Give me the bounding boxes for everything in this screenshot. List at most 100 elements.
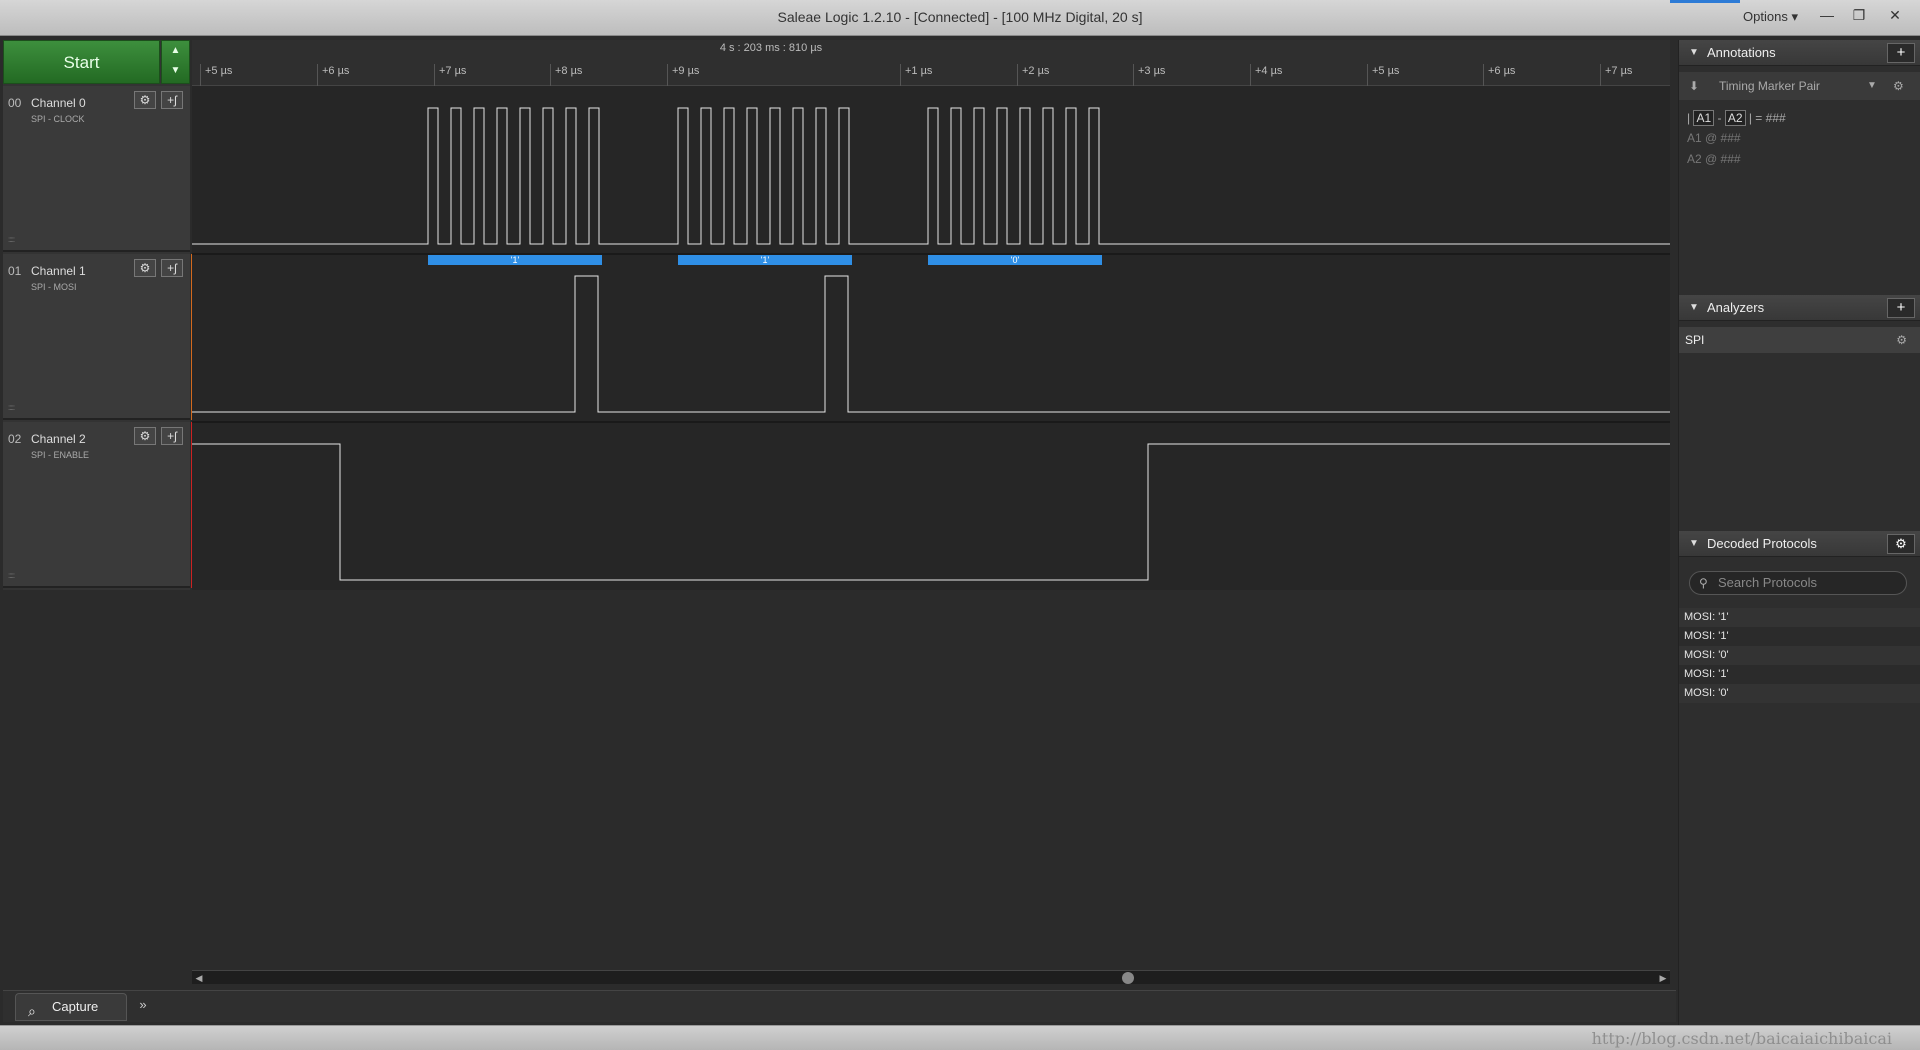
channel-row-0: 00 Channel 0 SPI - CLOCK ⚙ +ʃ ::::: [3,86,190,252]
status-bar: http://blog.csdn.net/baicaiaichibaicai [0,1025,1920,1050]
collapse-triangle-icon[interactable]: ▼ [1689,531,1699,557]
scroll-left-icon[interactable]: ◀ [192,971,206,985]
decoded-protocols-list: MOSI: '1' MOSI: '1' MOSI: '0' MOSI: '1' … [1679,608,1920,703]
channel-name[interactable]: Channel 0 [31,96,86,110]
list-item[interactable]: MOSI: '0' [1679,646,1920,665]
channel-subtitle: SPI - MOSI [31,282,77,292]
diff-value: ### [1765,111,1786,125]
gear-icon[interactable]: ⚙ [134,427,156,445]
window-title: Saleae Logic 1.2.10 - [Connected] - [100… [777,9,1143,25]
marker-difference: | A1 - A2 | = ### [1687,110,1786,126]
title-accent [1670,0,1740,3]
options-menu[interactable]: Options ▾ [1743,9,1798,25]
a1-position: A1 @ ### [1687,131,1741,145]
time-center-label: 4 s : 203 ms : 810 µs [719,42,823,54]
channel-number: 00 [8,96,22,110]
collapse-triangle-icon[interactable]: ▼ [1689,295,1699,321]
time-tick: +5 µs [200,64,232,86]
close-button[interactable]: ✕ [1880,4,1910,26]
scroll-thumb[interactable] [1122,972,1134,984]
time-tick: +2 µs [1017,64,1049,86]
decoded-protocols-title: Decoded Protocols [1707,536,1817,551]
analyzers-header[interactable]: ▼ Analyzers + [1679,295,1920,321]
drag-grip-icon[interactable]: ::::: [8,571,15,580]
time-tick: +7 µs [434,64,466,86]
wave-area[interactable]: '1' '1' '0' [192,86,1670,590]
scroll-right-icon[interactable]: ▶ [1656,971,1670,985]
channel-number: 02 [8,432,22,446]
gear-icon[interactable]: ⚙ [1893,72,1904,100]
gear-icon[interactable]: ⚙ [1887,534,1915,554]
a1-marker-box[interactable]: A1 [1693,110,1715,126]
time-tick: +5 µs [1367,64,1399,86]
trigger-icon[interactable]: +ʃ [161,259,183,277]
add-annotation-button[interactable]: + [1887,43,1915,63]
decoded-protocols-header[interactable]: ▼ Decoded Protocols ⚙ [1679,531,1920,557]
channel-panel: Start ▲ ▼ 00 Channel 0 SPI - CLOCK ⚙ +ʃ … [3,40,194,590]
timing-marker-row[interactable]: ⬇ Timing Marker Pair ▼ ⚙ [1679,72,1920,100]
bottom-tab-bar: ⌕ Capture » [3,990,1676,1022]
list-item[interactable]: MOSI: '1' [1679,665,1920,684]
pin-icon: ⬇ [1689,79,1700,93]
waveform-svg [192,107,1670,581]
timing-marker-label: Timing Marker Pair [1719,79,1820,93]
list-item[interactable]: MOSI: '1' [1679,627,1920,646]
channel-name[interactable]: Channel 1 [31,264,86,278]
search-placeholder: Search Protocols [1718,575,1817,590]
decode-marker[interactable]: '0' [928,255,1102,265]
search-icon: ⚲ [1699,576,1708,590]
gear-icon[interactable]: ⚙ [134,91,156,109]
enable-waveform [192,443,1670,581]
arrow-down-icon[interactable]: ▼ [162,61,189,81]
list-item[interactable]: MOSI: '1' [1679,608,1920,627]
capture-search-icon: ⌕ [28,1003,36,1019]
analyzers-title: Analyzers [1707,300,1765,315]
more-tabs-button[interactable]: » [131,997,155,1017]
trigger-icon[interactable]: +ʃ [161,91,183,109]
time-tick: +7 µs [1600,64,1632,86]
decode-marker[interactable]: '1' [428,255,602,265]
minimize-button[interactable]: — [1812,4,1842,26]
add-analyzer-button[interactable]: + [1887,298,1915,318]
marker-dropdown-icon[interactable]: ▼ [1867,72,1877,100]
decode-marker[interactable]: '1' [678,255,852,265]
drag-grip-icon[interactable]: ::::: [8,235,15,244]
analyzer-item[interactable]: SPI ⚙ [1679,327,1920,353]
a2-position: A2 @ ### [1687,152,1741,166]
time-tick: +8 µs [550,64,582,86]
time-tick: +3 µs [1133,64,1165,86]
time-tick: +9 µs [667,64,699,86]
right-sidebar: ▼ Annotations + ⬇ Timing Marker Pair ▼ ⚙… [1678,40,1920,1025]
trigger-icon[interactable]: +ʃ [161,427,183,445]
channel-row-2: 02 Channel 2 SPI - ENABLE ⚙ +ʃ ::::: [3,422,194,588]
capture-tab[interactable]: ⌕ Capture [15,993,127,1021]
annotations-header[interactable]: ▼ Annotations + [1679,40,1920,66]
gear-icon[interactable]: ⚙ [134,259,156,277]
analyzer-name: SPI [1685,333,1705,347]
clock-waveform [192,107,1670,245]
channel-subtitle: SPI - CLOCK [31,114,85,124]
restore-button[interactable]: ❐ [1844,4,1874,26]
gear-icon[interactable]: ⚙ [1896,327,1907,353]
channel-number: 01 [8,264,22,278]
search-protocols-input[interactable]: ⚲ Search Protocols [1689,571,1907,595]
time-tick: +6 µs [1483,64,1515,86]
channel-row-1: 01 Channel 1 SPI - MOSI ⚙ +ʃ ::::: [3,254,194,420]
channel-subtitle: SPI - ENABLE [31,450,90,460]
drag-grip-icon[interactable]: ::::: [8,403,15,412]
watermark-text: http://blog.csdn.net/baicaiaichibaicai [1591,1029,1892,1048]
annotations-title: Annotations [1707,45,1776,60]
list-item[interactable]: MOSI: '0' [1679,684,1920,703]
time-tick: +6 µs [317,64,349,86]
horizontal-scrollbar[interactable]: ◀ ▶ [192,970,1670,984]
time-tick: +1 µs [900,64,932,86]
mosi-waveform [192,275,1670,413]
time-ruler[interactable]: 4 s : 203 ms : 810 µs +5 µs +6 µs +7 µs … [192,40,1670,86]
time-tick: +4 µs [1250,64,1282,86]
channel-name[interactable]: Channel 2 [31,432,86,446]
waveform-view[interactable]: 4 s : 203 ms : 810 µs +5 µs +6 µs +7 µs … [192,40,1670,590]
capture-tab-label: Capture [52,999,99,1014]
collapse-triangle-icon[interactable]: ▼ [1689,40,1699,66]
title-bar: Saleae Logic 1.2.10 - [Connected] - [100… [0,0,1920,36]
a2-marker-box[interactable]: A2 [1724,110,1746,126]
